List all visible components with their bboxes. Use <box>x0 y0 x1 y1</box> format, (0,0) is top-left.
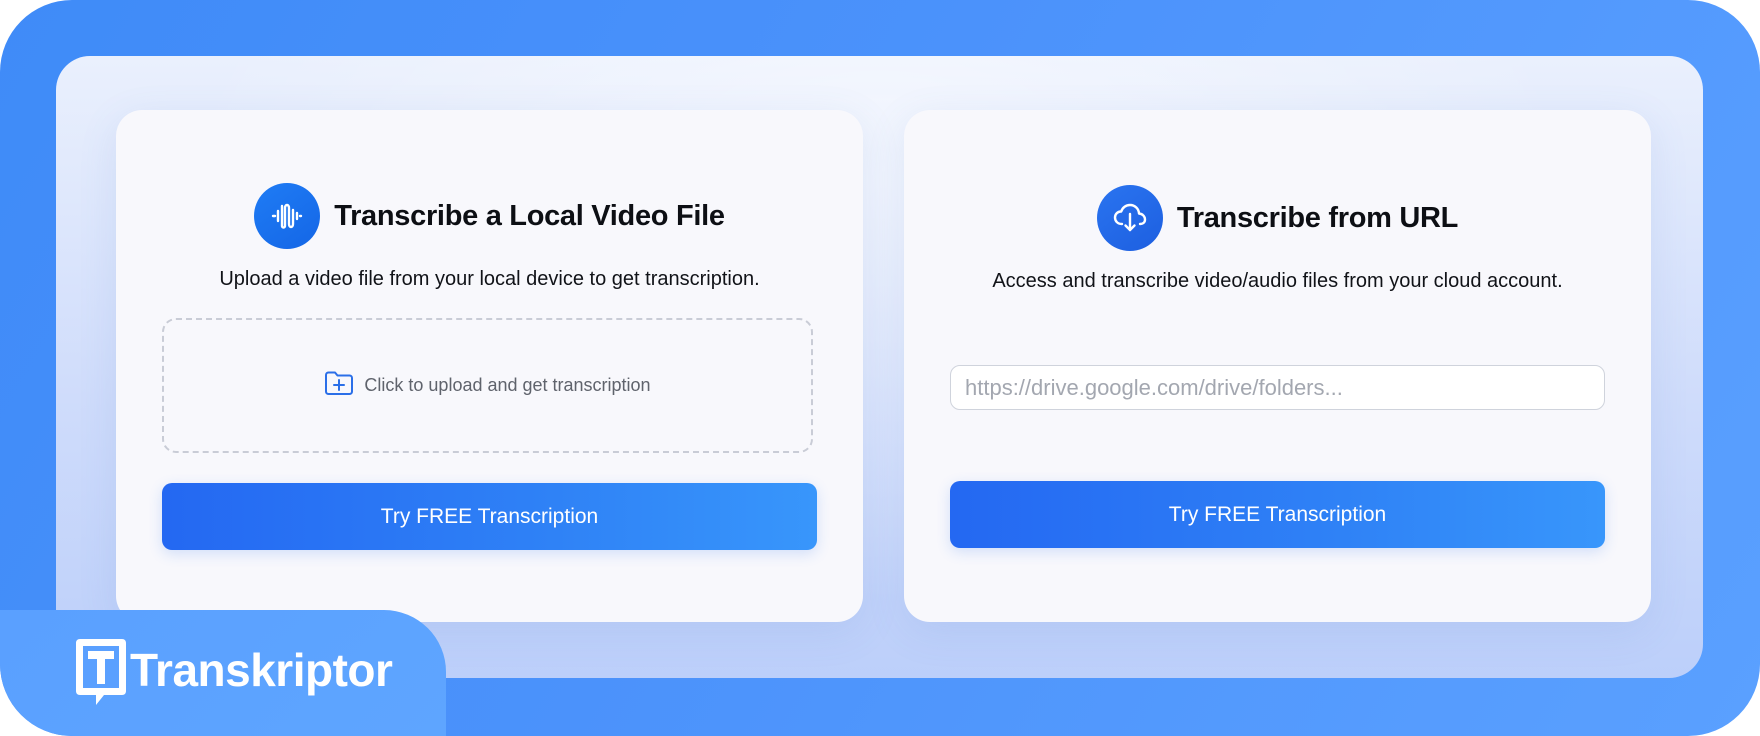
url-card-header: Transcribe from URL <box>904 185 1651 251</box>
local-file-card: Transcribe a Local Video File Upload a v… <box>116 110 863 622</box>
brand-name: Transkriptor <box>130 644 393 696</box>
local-file-title: Transcribe a Local Video File <box>334 199 725 232</box>
page-frame: Transcribe a Local Video File Upload a v… <box>0 0 1760 736</box>
local-file-description: Upload a video file from your local devi… <box>219 268 760 290</box>
brand-logo: Transkriptor <box>74 637 393 709</box>
cloud-download-icon <box>1096 185 1163 251</box>
audio-wave-icon <box>254 183 321 249</box>
folder-plus-icon <box>324 370 354 401</box>
transkriptor-logo-icon <box>74 637 128 707</box>
url-input[interactable] <box>950 365 1605 410</box>
url-card: Transcribe from URL Access and transcrib… <box>904 110 1651 622</box>
url-card-title: Transcribe from URL <box>1176 201 1459 234</box>
upload-dropzone[interactable]: Click to upload and get transcription <box>162 318 813 453</box>
dropzone-label: Click to upload and get transcription <box>364 375 651 395</box>
url-try-free-button[interactable]: Try FREE Transcription <box>950 481 1605 548</box>
local-try-free-button[interactable]: Try FREE Transcription <box>162 483 817 550</box>
local-file-card-header: Transcribe a Local Video File <box>116 183 863 249</box>
url-card-description: Access and transcribe video/audio files … <box>992 270 1563 292</box>
